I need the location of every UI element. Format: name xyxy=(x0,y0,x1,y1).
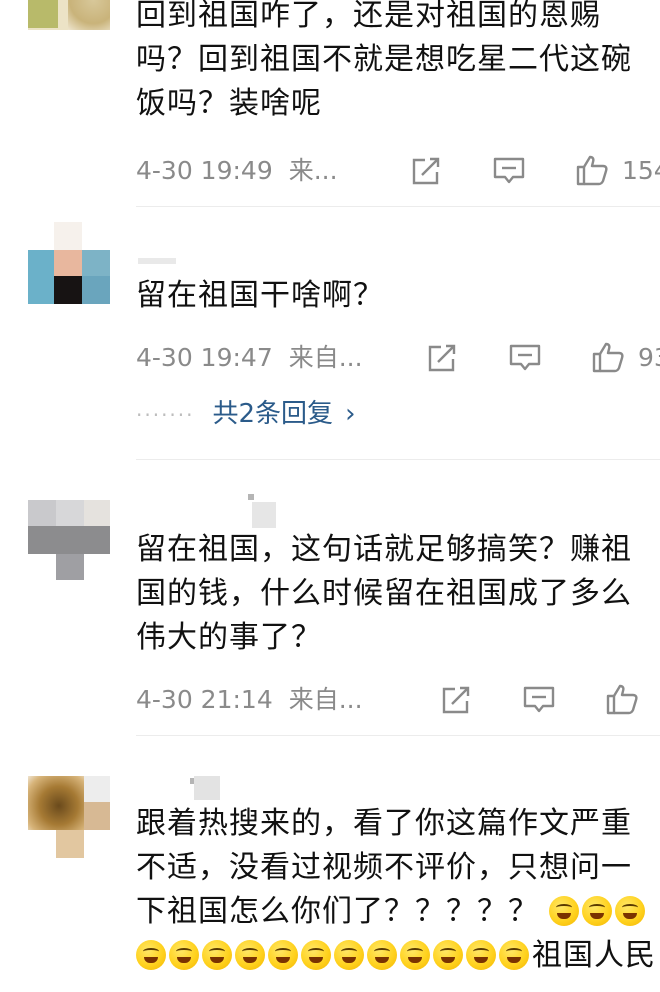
comment-text-line: 饭吗？装啥呢 xyxy=(136,86,322,121)
comment-text-line: 下祖国怎么你们了？？？？？ xyxy=(136,890,660,934)
grinning-emoji-icon xyxy=(202,940,232,970)
comment-button[interactable] xyxy=(507,342,543,374)
grinning-emoji-icon xyxy=(433,940,463,970)
dotted-leader: ······· xyxy=(136,402,195,427)
grinning-emoji-icon xyxy=(400,940,430,970)
comment-text-segment: 祖国人民 xyxy=(532,938,656,973)
comment-text-line: 吗？回到祖国不就是想吃星二代这碗 xyxy=(136,42,632,77)
comment-text-line: 国的钱，什么时候留在祖国成了多么 xyxy=(136,576,632,611)
comment-icon xyxy=(509,344,541,371)
comment-item: 留在祖国干啥啊？ 4-30 19:47 来自... 93 ······· 共2条回… xyxy=(0,208,660,460)
grinning-emoji-icon xyxy=(334,940,364,970)
comment-meta: 4-30 19:47 来自... xyxy=(136,342,363,374)
share-icon xyxy=(428,344,456,372)
like-count: 93 xyxy=(638,343,660,372)
like-button[interactable] xyxy=(574,154,610,186)
thumbs-up-icon xyxy=(576,155,608,186)
share-button[interactable] xyxy=(438,684,474,716)
source-label: 来自... xyxy=(288,343,363,372)
comment-text-line: 留在祖国干啥啊？ xyxy=(136,278,384,313)
grinning-emoji-icon xyxy=(582,896,612,926)
username[interactable] xyxy=(138,256,218,268)
comment-text-line: 不适，没看过视频不评价，只想问一 xyxy=(136,850,632,885)
grinning-emoji-icon xyxy=(136,940,166,970)
comment-text-line: 祖国人民 xyxy=(136,934,660,978)
share-icon xyxy=(442,686,470,714)
view-replies-link[interactable]: ······· 共2条回复 › xyxy=(136,398,355,430)
avatar[interactable] xyxy=(28,776,110,858)
comment-button[interactable] xyxy=(491,155,527,187)
avatar[interactable] xyxy=(28,500,110,582)
like-button[interactable] xyxy=(604,683,640,715)
timestamp: 4-30 19:47 xyxy=(136,343,273,372)
comment-icon xyxy=(523,686,555,713)
comment-icon xyxy=(493,157,525,184)
comment-text: 留在祖国干啥啊？ xyxy=(136,274,660,318)
grinning-emoji-icon xyxy=(499,940,529,970)
divider xyxy=(136,206,660,207)
replies-label: 共2条回复 xyxy=(212,399,334,429)
grinning-emoji-icon xyxy=(466,940,496,970)
comment-text-line: 伟大的事了？ xyxy=(136,620,322,655)
grinning-emoji-icon xyxy=(367,940,397,970)
like-button[interactable] xyxy=(590,341,626,373)
timestamp: 4-30 19:49 xyxy=(136,156,273,185)
avatar[interactable] xyxy=(28,0,110,30)
grinning-emoji-icon xyxy=(615,896,645,926)
chevron-right-icon: › xyxy=(345,399,356,429)
username[interactable] xyxy=(248,494,288,530)
comment-text: 回到祖国咋了，还是对祖国的恩赐 吗？回到祖国不就是想吃星二代这碗 饭吗？装啥呢 xyxy=(136,0,660,126)
comment-button[interactable] xyxy=(521,684,557,716)
comment-text: 跟着热搜来的，看了你这篇作文严重 不适，没看过视频不评价，只想问一 下祖国怎么你… xyxy=(136,802,660,978)
grinning-emoji-icon xyxy=(268,940,298,970)
comment-text-line: 回到祖国咋了，还是对祖国的恩赐 xyxy=(136,0,601,33)
comment-meta: 4-30 19:49 来... xyxy=(136,155,338,187)
comment-meta: 4-30 21:14 来自... xyxy=(136,684,363,716)
grinning-emoji-icon xyxy=(301,940,331,970)
thumbs-up-icon xyxy=(592,342,624,373)
timestamp: 4-30 21:14 xyxy=(136,685,273,714)
grinning-emoji-icon xyxy=(549,896,579,926)
comment-item: 跟着热搜来的，看了你这篇作文严重 不适，没看过视频不评价，只想问一 下祖国怎么你… xyxy=(0,736,660,992)
source-label: 来自... xyxy=(288,685,363,714)
comment-text-line: 跟着热搜来的，看了你这篇作文严重 xyxy=(136,806,632,841)
comment-text-segment: 下祖国怎么你们了？？？？？ xyxy=(136,894,539,929)
share-button[interactable] xyxy=(408,155,444,187)
share-button[interactable] xyxy=(424,342,460,374)
comment-text-line: 留在祖国，这句话就足够搞笑？赚祖 xyxy=(136,532,632,567)
like-count: 154 xyxy=(622,156,660,185)
avatar[interactable] xyxy=(28,222,110,304)
source-label: 来... xyxy=(288,156,338,185)
comment-item: 回到祖国咋了，还是对祖国的恩赐 吗？回到祖国不就是想吃星二代这碗 饭吗？装啥呢 … xyxy=(0,0,660,208)
comment-text: 留在祖国，这句话就足够搞笑？赚祖 国的钱，什么时候留在祖国成了多么 伟大的事了？ xyxy=(136,528,660,660)
grinning-emoji-icon xyxy=(169,940,199,970)
grinning-emoji-icon xyxy=(235,940,265,970)
comment-item: 留在祖国，这句话就足够搞笑？赚祖 国的钱，什么时候留在祖国成了多么 伟大的事了？… xyxy=(0,460,660,736)
thumbs-up-icon xyxy=(606,684,638,715)
share-icon xyxy=(412,157,440,185)
